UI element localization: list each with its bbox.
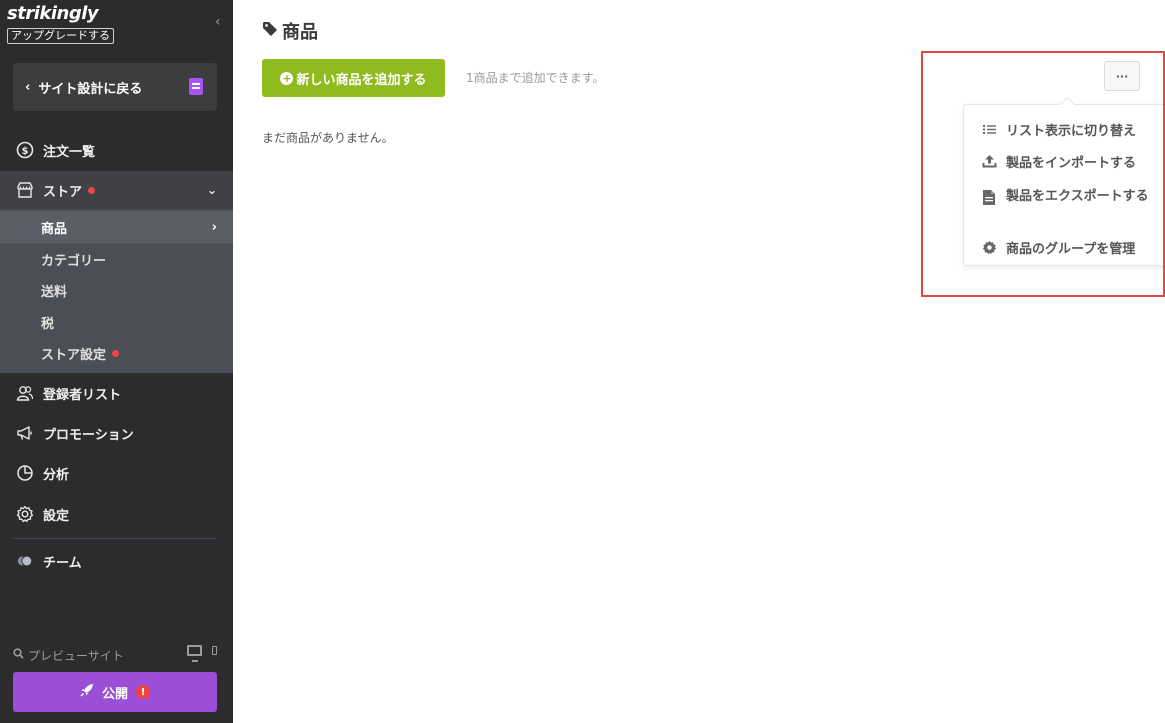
add-product-label: 新しい商品を追加する: [296, 72, 427, 88]
notification-dot: [112, 349, 120, 357]
nav-subscribers-label: 登録者リスト: [43, 387, 122, 403]
chevron-left-icon: ‹: [25, 79, 31, 95]
nav-promotion[interactable]: プロモーション: [0, 414, 233, 452]
sidebar-item-store-settings[interactable]: ストア設定: [0, 337, 233, 369]
store-icon: [16, 181, 34, 199]
nav-analytics[interactable]: 分析: [0, 454, 233, 492]
dollar-circle-icon: $: [16, 141, 34, 159]
sidebar-item-label: カテゴリー: [41, 253, 107, 269]
sidebar-item-shipping[interactable]: 送料: [0, 274, 233, 306]
megaphone-icon: [16, 424, 34, 442]
rocket-icon: [80, 683, 94, 701]
nav-settings[interactable]: 設定: [0, 495, 233, 533]
device-toggle: [187, 645, 217, 662]
collapse-sidebar-icon[interactable]: ‹: [215, 14, 221, 30]
desktop-icon[interactable]: [187, 645, 202, 662]
empty-state-text: まだ商品がありません。: [262, 131, 394, 145]
preview-site-row[interactable]: プレビューサイト: [13, 645, 217, 665]
sidebar-item-label: 送料: [41, 284, 68, 300]
preview-site-label: プレビューサイト: [28, 648, 124, 663]
sidebar-item-tax[interactable]: 税: [0, 306, 233, 338]
nav-subscribers[interactable]: 登録者リスト: [0, 374, 233, 412]
sidebar-item-products[interactable]: 商品 ›: [0, 211, 233, 243]
page-title-text: 商品: [282, 22, 318, 43]
notification-dot: [88, 186, 96, 194]
sidebar-item-label: 商品: [41, 221, 68, 237]
nav-analytics-label: 分析: [43, 467, 70, 483]
nav-team[interactable]: チーム: [0, 542, 233, 580]
store-submenu: 商品 › カテゴリー 送料 税 ストア設定: [0, 209, 233, 373]
search-icon: [13, 648, 24, 662]
page-title: 商品: [262, 18, 318, 44]
users-icon: [16, 384, 34, 402]
product-limit-text: 1商品まで追加できます。: [466, 71, 605, 85]
tag-icon: [262, 21, 278, 41]
publish-label: 公開: [101, 686, 128, 702]
upgrade-button[interactable]: アップグレードする: [7, 28, 114, 44]
nav-orders-label: 注文一覧: [43, 144, 96, 160]
nav-store-label: ストア: [43, 184, 83, 200]
mobile-icon[interactable]: [212, 646, 217, 655]
nav-settings-label: 設定: [43, 508, 70, 524]
back-to-site-editor-button[interactable]: ‹ サイト設計に戻る: [13, 63, 217, 111]
nav-promotion-label: プロモーション: [43, 427, 134, 443]
nav-team-label: チーム: [43, 555, 82, 571]
nav-orders[interactable]: $ 注文一覧: [0, 131, 233, 169]
plus-circle-icon: +: [280, 71, 294, 85]
chevron-down-icon: ⌄: [206, 183, 217, 197]
sidebar-divider: [13, 538, 217, 539]
sidebar: strikingly アップグレードする ‹ ‹ サイト設計に戻る $ 注文一覧…: [0, 0, 233, 723]
team-avatars-icon: [16, 552, 34, 570]
back-button-label: サイト設計に戻る: [38, 81, 143, 97]
nav-store[interactable]: ストア ⌄: [0, 171, 233, 209]
strikingly-logo: strikingly: [7, 3, 99, 24]
svg-text:$: $: [22, 146, 29, 157]
brand: strikingly アップグレードする: [7, 4, 114, 44]
sidebar-item-label: 税: [41, 316, 55, 332]
chevron-right-icon: ›: [211, 219, 217, 235]
sidebar-item-label: ストア設定: [41, 347, 107, 363]
annotation-highlight-box: [921, 51, 1165, 297]
add-product-button[interactable]: + 新しい商品を追加する: [262, 59, 445, 97]
page-icon: [189, 78, 203, 95]
gear-icon: [16, 505, 34, 523]
warning-badge: !: [136, 685, 150, 699]
pie-chart-icon: [16, 464, 34, 482]
sidebar-item-categories[interactable]: カテゴリー: [0, 243, 233, 275]
publish-button[interactable]: 公開 !: [13, 672, 217, 712]
